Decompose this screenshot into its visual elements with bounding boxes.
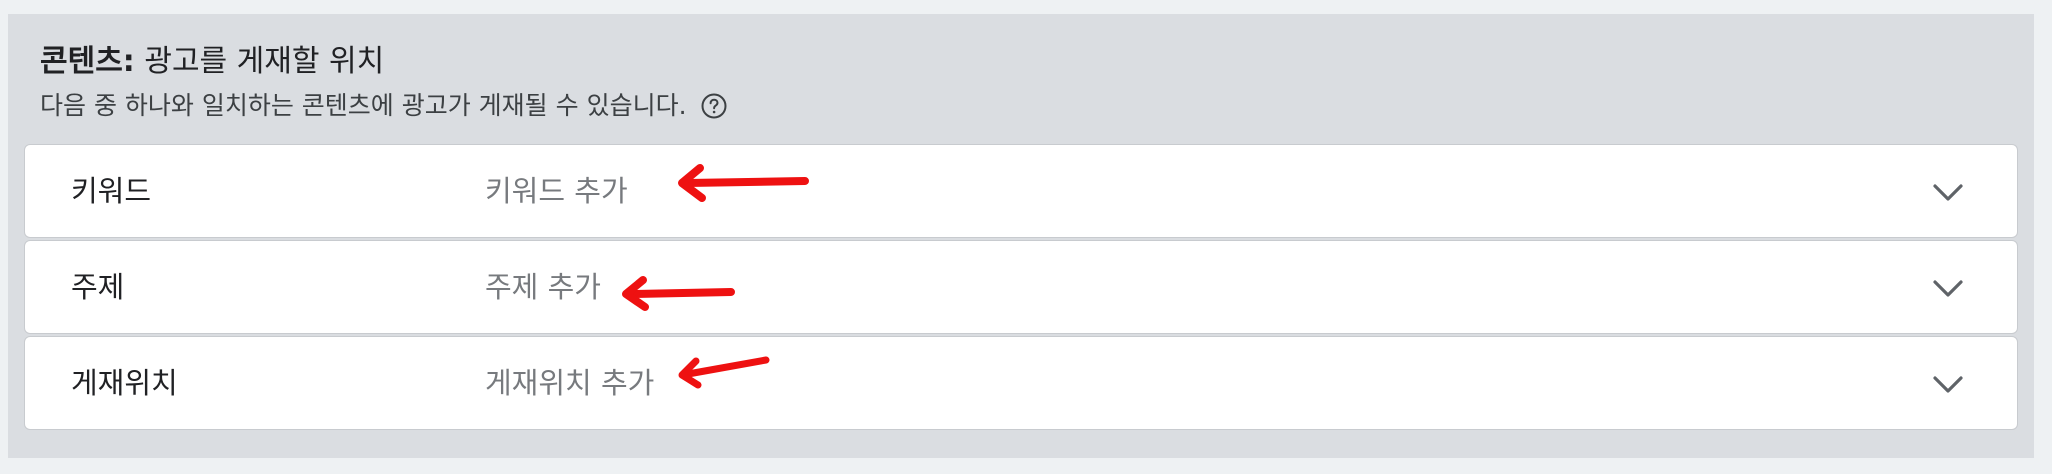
chevron-down-icon[interactable] <box>1931 369 1965 399</box>
row-placements[interactable]: 게재위치 게재위치 추가 <box>24 336 2018 430</box>
targeting-rows: 키워드 키워드 추가 주제 주제 추가 게재위치 게재위치 추가 <box>24 144 2018 432</box>
section-subtitle-text: 다음 중 하나와 일치하는 콘텐츠에 광고가 게재될 수 있습니다. <box>40 91 687 120</box>
row-label-placements: 게재위치 <box>71 366 178 400</box>
add-placements-placeholder[interactable]: 게재위치 추가 <box>485 337 654 429</box>
add-keywords-placeholder[interactable]: 키워드 추가 <box>485 145 628 237</box>
content-targeting-panel: 콘텐츠: 광고를 게재할 위치 다음 중 하나와 일치하는 콘텐츠에 광고가 게… <box>8 14 2034 458</box>
add-topics-placeholder[interactable]: 주제 추가 <box>485 241 601 333</box>
row-label-topics: 주제 <box>71 270 125 304</box>
section-title-text: 광고를 게재할 위치 <box>134 44 385 79</box>
section-subtitle: 다음 중 하나와 일치하는 콘텐츠에 광고가 게재될 수 있습니다. <box>40 88 727 124</box>
chevron-down-icon[interactable] <box>1931 273 1965 303</box>
row-label-keywords: 키워드 <box>71 174 152 208</box>
row-topics[interactable]: 주제 주제 추가 <box>24 240 2018 334</box>
section-title-prefix: 콘텐츠: <box>40 44 135 79</box>
row-keywords[interactable]: 키워드 키워드 추가 <box>24 144 2018 238</box>
chevron-down-icon[interactable] <box>1931 177 1965 207</box>
section-title: 콘텐츠: 광고를 게재할 위치 <box>40 42 384 82</box>
help-icon[interactable] <box>701 93 727 119</box>
